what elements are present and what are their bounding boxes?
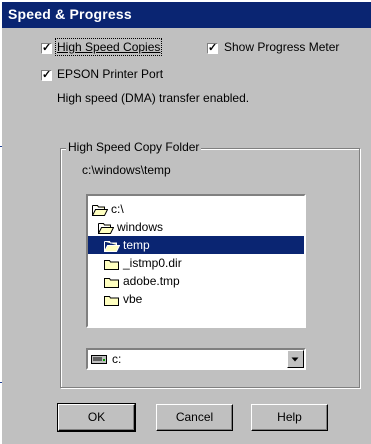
- checkmark-icon: ✓: [42, 42, 52, 54]
- ok-button[interactable]: OK: [57, 403, 136, 432]
- folder-icon: [104, 277, 119, 288]
- folder-row-istmp0[interactable]: _istmp0.dir: [88, 254, 182, 272]
- open-folder-icon: [98, 222, 114, 234]
- epson-printer-port-checkbox[interactable]: ✓: [41, 69, 52, 81]
- checkmark-icon: ✓: [42, 69, 52, 81]
- open-folder-icon: [92, 204, 108, 216]
- folder-row-vbe[interactable]: vbe: [88, 290, 142, 308]
- dialog-title: Speed & Progress: [8, 6, 132, 22]
- show-progress-meter-label[interactable]: Show Progress Meter: [224, 40, 339, 54]
- folder-tree-list[interactable]: c:\ windows temp _istmp0.dir adobe.tmp v…: [86, 194, 306, 328]
- drive-dropdown-button[interactable]: [287, 350, 304, 368]
- cancel-button[interactable]: Cancel: [156, 404, 233, 431]
- open-folder-icon: [104, 240, 120, 252]
- high-speed-copies-label[interactable]: High Speed Copies: [54, 38, 163, 56]
- dma-status-text: High speed (DMA) transfer enabled.: [57, 91, 250, 105]
- hard-drive-icon: [91, 355, 107, 364]
- title-bar: Speed & Progress: [2, 2, 371, 28]
- chevron-down-icon: [291, 357, 299, 362]
- show-progress-meter-checkbox[interactable]: ✓: [207, 42, 218, 54]
- high-speed-copies-checkbox[interactable]: ✓: [41, 42, 52, 54]
- speed-progress-dialog: Speed & Progress ✓ High Speed Copies ✓ S…: [2, 2, 371, 444]
- drive-value: c:: [112, 352, 122, 366]
- folder-row-adobe-tmp[interactable]: adobe.tmp: [88, 272, 180, 290]
- folder-icon: [104, 295, 119, 306]
- current-folder-path: c:\windows\temp: [82, 163, 171, 177]
- checkmark-icon: ✓: [208, 42, 218, 54]
- folder-icon: [104, 259, 119, 270]
- folder-row-root[interactable]: c:\: [88, 200, 124, 218]
- folder-row-windows[interactable]: windows: [88, 218, 163, 236]
- epson-printer-port-label[interactable]: EPSON Printer Port: [57, 67, 163, 81]
- folder-row-temp[interactable]: temp: [88, 236, 304, 254]
- help-button[interactable]: Help: [251, 404, 328, 431]
- drive-select[interactable]: c:: [86, 348, 306, 370]
- copy-folder-group-label: High Speed Copy Folder: [66, 140, 202, 154]
